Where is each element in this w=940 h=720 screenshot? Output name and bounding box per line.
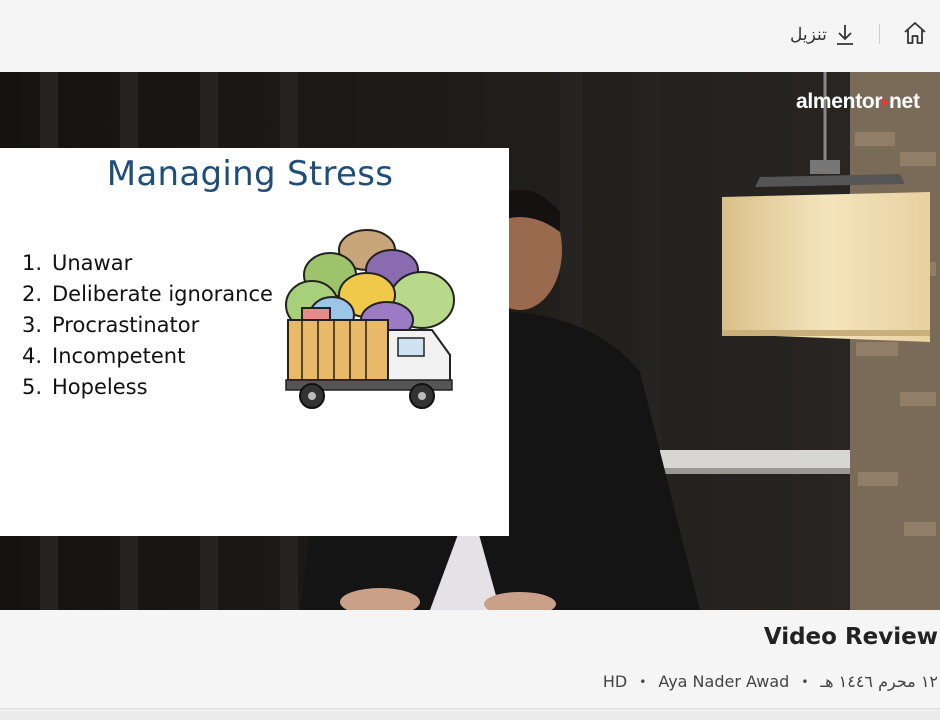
list-item: 5. Hopeless xyxy=(22,372,273,403)
author-name[interactable]: Aya Nader Awad xyxy=(658,672,789,691)
list-label: Hopeless xyxy=(52,375,148,399)
meta-separator: • xyxy=(639,674,647,689)
download-icon xyxy=(836,25,853,45)
almentor-logo: almentor▸net xyxy=(796,90,920,114)
bottom-divider xyxy=(0,708,940,720)
list-item: 3. Procrastinator xyxy=(22,310,273,341)
video-info: Video Review ١٢ محرم ١٤٤٦ هـ • Aya Nader… xyxy=(0,610,940,710)
logo-text-net: net xyxy=(889,90,920,113)
meta-separator: • xyxy=(801,674,809,689)
list-number: 4. xyxy=(22,344,43,368)
list-number: 1. xyxy=(22,251,43,275)
video-player[interactable]: almentor▸net Managing Stress 1. Unawar 2.… xyxy=(0,72,940,610)
list-number: 5. xyxy=(22,375,43,399)
list-item: 4. Incompetent xyxy=(22,341,273,372)
overloaded-truck-illustration xyxy=(285,229,455,409)
publish-date: ١٢ محرم ١٤٤٦ هـ xyxy=(820,672,938,691)
logo-text-main: almentor xyxy=(796,90,883,113)
quality-label[interactable]: HD xyxy=(603,672,627,691)
slide-title: Managing Stress xyxy=(106,154,394,194)
presentation-slide: Managing Stress 1. Unawar 2. Deliberate ig… xyxy=(0,148,509,536)
list-label: Unawar xyxy=(52,251,133,275)
list-label: Deliberate ignorance xyxy=(52,282,273,306)
download-button[interactable]: تنزيل xyxy=(790,22,855,48)
toolbar-divider xyxy=(879,24,880,44)
list-item: 1. Unawar xyxy=(22,248,273,279)
list-number: 3. xyxy=(22,313,43,337)
download-label: تنزيل xyxy=(790,25,827,45)
video-title: Video Review xyxy=(763,624,938,650)
slide-list: 1. Unawar 2. Deliberate ignorance 3. Procra… xyxy=(22,248,273,403)
list-item: 2. Deliberate ignorance xyxy=(22,279,273,310)
list-number: 2. xyxy=(22,282,43,306)
home-icon[interactable] xyxy=(902,20,928,46)
list-label: Incompetent xyxy=(52,344,186,368)
list-label: Procrastinator xyxy=(52,313,200,337)
video-meta: ١٢ محرم ١٤٤٦ هـ • Aya Nader Awad • HD xyxy=(603,672,938,691)
top-bar: تنزيل xyxy=(0,0,940,72)
